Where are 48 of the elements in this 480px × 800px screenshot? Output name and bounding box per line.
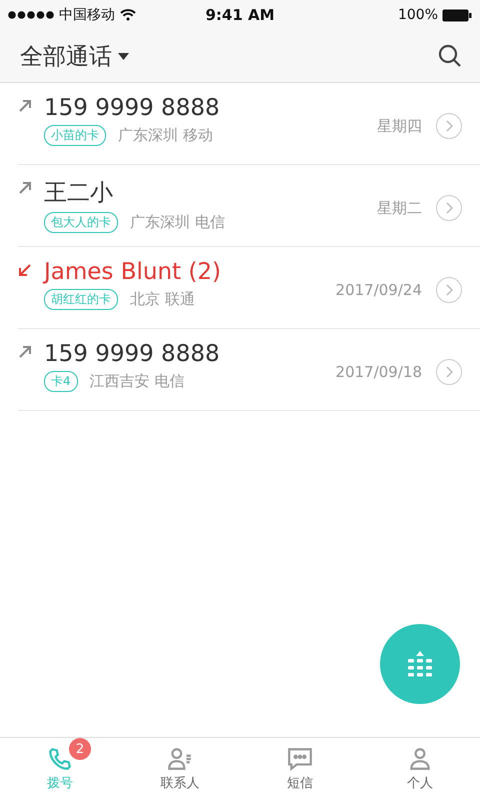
person-icon xyxy=(407,746,433,772)
battery-icon xyxy=(442,8,472,22)
chevron-right-icon xyxy=(446,366,452,378)
call-date: 星期二 xyxy=(377,199,422,218)
status-time: 9:41 AM xyxy=(204,6,276,24)
tab-bar-item[interactable]: 联系人 xyxy=(120,738,240,800)
details-button[interactable] xyxy=(436,113,462,139)
chevron-right-icon xyxy=(446,120,452,132)
chevron-right-icon xyxy=(446,284,452,296)
contacts-icon xyxy=(167,746,193,772)
call-date: 2017/09/24 xyxy=(336,281,422,299)
sim-card-tag: 胡红红的卡 xyxy=(44,289,118,310)
caller-name: 159 9999 8888 xyxy=(44,95,220,121)
tab-bar-item[interactable]: 个人 xyxy=(360,738,480,800)
battery-percentage: 100% xyxy=(398,7,438,23)
phone-icon xyxy=(47,746,73,772)
wifi-icon xyxy=(120,9,136,21)
caller-name: 159 9999 8888 xyxy=(44,341,220,367)
search-icon xyxy=(438,44,462,68)
call-log-row[interactable]: 159 9999 8888 卡4 江西吉安 电信 2017/09/18 xyxy=(18,329,480,411)
call-filter-dropdown[interactable]: 全部通话 xyxy=(20,40,129,72)
call-log-row[interactable]: 159 9999 8888 小苗的卡 广东深圳 移动 星期四 xyxy=(18,83,480,165)
message-icon xyxy=(287,746,313,772)
notification-badge: 2 xyxy=(69,738,91,760)
sim-card-tag: 小苗的卡 xyxy=(44,125,106,146)
dialpad-icon xyxy=(408,651,432,677)
signal-icon xyxy=(8,11,54,19)
caller-location: 北京 联通 xyxy=(130,290,195,309)
call-log-row[interactable]: 王二小 包大人的卡 广东深圳 电信 星期二 xyxy=(18,165,480,247)
tab-bar-item[interactable]: 短信 xyxy=(240,738,360,800)
caller-name: James Blunt (2) xyxy=(44,259,221,285)
details-button[interactable] xyxy=(436,195,462,221)
search-button[interactable] xyxy=(438,44,462,68)
sim-card-tag: 卡4 xyxy=(44,371,78,392)
chevron-right-icon xyxy=(446,202,452,214)
caller-location: 广东深圳 电信 xyxy=(130,213,225,232)
caret-icon xyxy=(118,52,129,60)
caller-location: 广东深圳 移动 xyxy=(118,126,213,145)
caller-name: 王二小 xyxy=(44,179,113,208)
caller-location: 江西吉安 电信 xyxy=(90,372,184,391)
carrier-name: 中国移动 xyxy=(59,6,115,24)
details-button[interactable] xyxy=(436,359,462,385)
call-log-row[interactable]: James Blunt (2) 胡红红的卡 北京 联通 2017/09/24 xyxy=(18,247,480,329)
sim-card-tag: 包大人的卡 xyxy=(44,212,118,233)
call-date: 星期四 xyxy=(377,117,422,136)
details-button[interactable] xyxy=(436,277,462,303)
tab-bar-item[interactable]: 2 拨号 xyxy=(0,738,120,800)
call-date: 2017/09/18 xyxy=(336,363,422,381)
